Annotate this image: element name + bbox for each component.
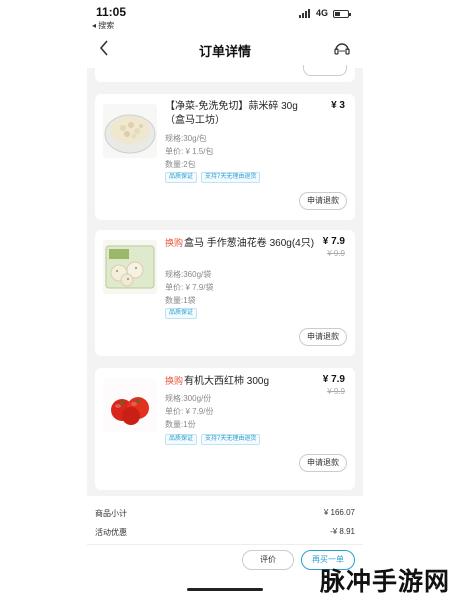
subtotal-value: ¥ 166.07 [323,508,355,517]
product-name[interactable]: 【净菜-免洗免切】蒜米碎 30g（盒马工坊） [165,100,315,128]
refund-button[interactable]: 申请退款 [299,454,347,472]
service-badges: 品质保证 [165,308,198,319]
return-policy-badge: 支持7天无理由退货 [201,172,261,183]
product-name[interactable]: 换购盒马 手作葱油花卷 360g(4只) [165,236,315,251]
unit-price-text: 单价: ¥ 1.5/包 [165,147,214,156]
unit-price-text: 单价: ¥ 7.9/份 [165,407,214,416]
refund-button[interactable]: 申请退款 [299,328,347,346]
product-price: ¥ 3 [331,100,345,111]
phone-screen: 11:05 ◂ 搜索 4G 订单详情 【净菜-免洗免切】蒜米碎 30g（盒马工坊… [87,0,363,600]
quantity-text: 数量:1袋 [165,296,196,305]
product-name-text: 盒马 手作葱油花卷 360g(4只) [184,238,315,249]
refund-button[interactable]: 申请退款 [299,192,347,210]
spec-text: 规格:30g/包 [165,134,207,143]
battery-icon [333,10,351,18]
product-price: ¥ 7.9 [322,236,345,247]
product-image-scallion-rolls [103,240,157,294]
subtotal-row: 商品小计 ¥ 166.07 [95,508,355,519]
signal-icon [299,9,313,18]
order-item-card: 【净菜-免洗免切】蒜米碎 30g（盒马工坊） ¥ 3 规格:30g/包 单价: … [95,94,355,220]
evaluate-button[interactable]: 评价 [242,550,294,570]
spec-text: 规格:360g/袋 [165,270,212,279]
page-title: 订单详情 [198,44,251,59]
network-type: 4G [316,8,329,18]
discount-row: 活动优惠 -¥ 8.91 [95,527,355,538]
service-badges: 品质保证 支持7天无理由退货 [165,434,261,445]
order-item-card: 换购有机大西红柿 300g ¥ 7.9 ¥ 9.9 规格:300g/份 单价: … [95,368,355,490]
status-bar: 11:05 ◂ 搜索 4G [87,0,363,30]
quantity-text: 数量:2包 [165,160,196,169]
product-spec: 规格:360g/袋 单价: ¥ 7.9/袋 数量:1袋 [165,268,213,307]
order-item-card: 换购盒马 手作葱油花卷 360g(4只) ¥ 7.9 ¥ 9.9 规格:360g… [95,230,355,356]
spec-text: 规格:300g/份 [165,394,212,403]
discount-label: 活动优惠 [95,528,127,537]
quantity-text: 数量:1份 [165,420,196,429]
product-spec: 规格:300g/份 单价: ¥ 7.9/份 数量:1份 [165,392,213,431]
nav-bar: 订单详情 [87,30,363,68]
site-watermark: 脉冲手游网 [320,562,449,598]
product-name[interactable]: 换购有机大西红柿 300g [165,374,315,389]
product-image-garlic [103,104,157,158]
headset-icon [334,43,350,55]
product-name-text: 【净菜-免洗免切】蒜米碎 30g（盒马工坊） [165,101,298,126]
product-price: ¥ 7.9 [322,374,345,385]
previous-card-edge [95,65,355,82]
exchange-tag: 换购 [165,376,184,386]
original-price: ¥ 9.9 [327,249,345,258]
subtotal-label: 商品小计 [95,509,127,518]
service-badges: 品质保证 支持7天无理由退货 [165,172,261,183]
product-spec: 规格:30g/包 单价: ¥ 1.5/包 数量:2包 [165,132,213,171]
watermark-text: 脉冲手游网 [320,568,449,596]
status-time: 11:05 [96,5,127,19]
quality-badge: 品质保证 [165,172,198,183]
quality-badge: 品质保证 [165,434,198,445]
divider [87,544,363,545]
exchange-tag: 换购 [165,238,184,248]
product-image-tomatoes [103,378,157,432]
return-policy-badge: 支持7天无理由退货 [201,434,261,445]
discount-value: -¥ 8.91 [330,527,355,536]
original-price: ¥ 9.9 [327,387,345,396]
unit-price-text: 单价: ¥ 7.9/袋 [165,283,214,292]
product-name-text: 有机大西红柿 300g [184,376,270,387]
customer-service-button[interactable] [333,40,351,58]
previous-refund-button-edge[interactable] [303,65,347,76]
quality-badge: 品质保证 [165,308,198,319]
home-indicator [187,588,263,591]
